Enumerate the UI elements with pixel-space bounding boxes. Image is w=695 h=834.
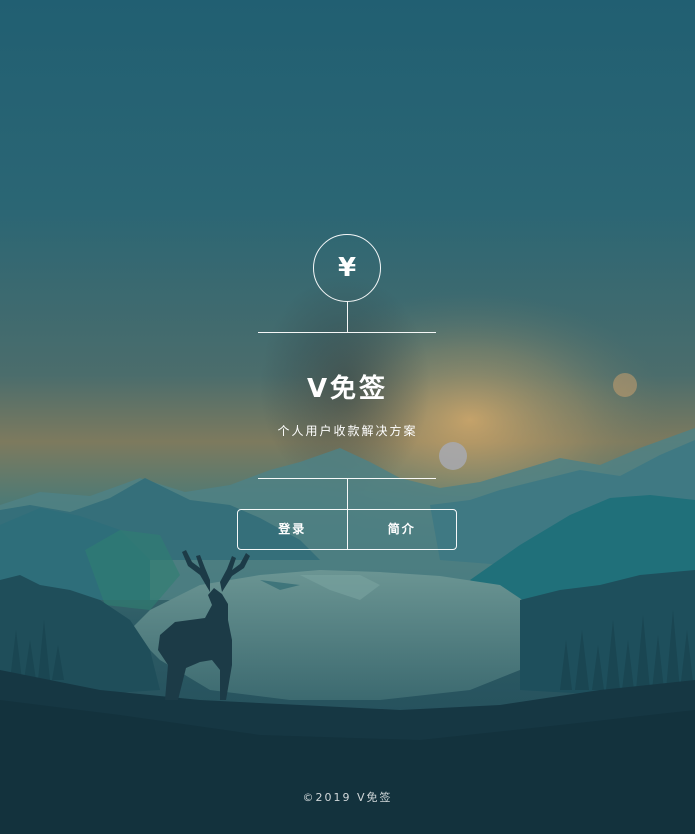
yen-logo-icon: ¥ xyxy=(313,234,381,302)
footer-copyright: ©2019 V免签 xyxy=(302,791,393,804)
top-divider xyxy=(258,332,436,333)
landing-page: ¥ V免签 个人用户收款解决方案 登录 简介 ©2019 V免签 xyxy=(0,0,695,834)
action-button-group: 登录 简介 xyxy=(237,509,457,550)
intro-button[interactable]: 简介 xyxy=(346,510,457,549)
hero: ¥ V免签 个人用户收款解决方案 登录 简介 ©2019 V免签 xyxy=(0,0,695,834)
login-button[interactable]: 登录 xyxy=(238,510,347,549)
top-connector-line xyxy=(347,302,348,332)
bottom-connector-line xyxy=(347,479,348,509)
page-title: V免签 xyxy=(306,374,389,404)
page-subtitle: 个人用户收款解决方案 xyxy=(277,424,418,438)
